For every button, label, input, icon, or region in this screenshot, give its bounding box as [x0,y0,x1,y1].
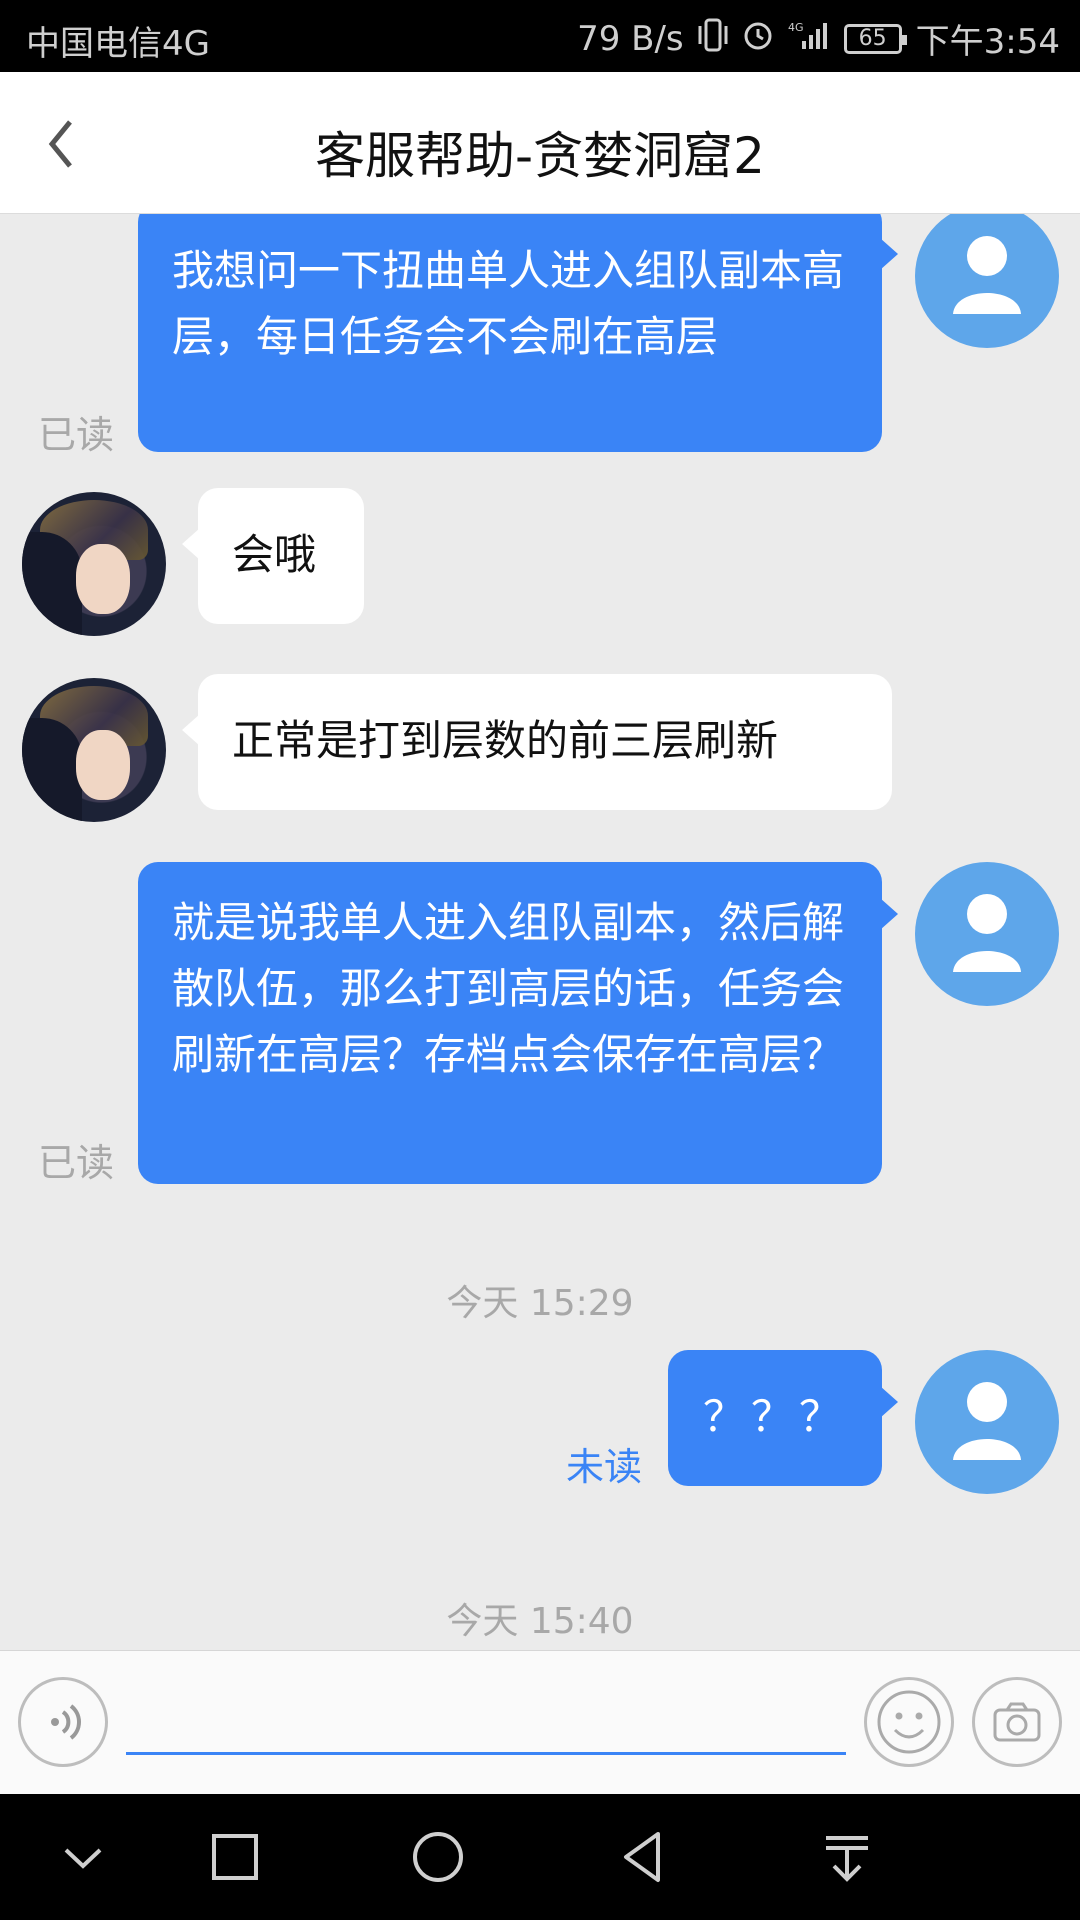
message-text: 我想问一下扭曲单人进入组队副本高层，每日任务会不会刷在高层 [172,246,845,361]
user-avatar[interactable] [915,214,1059,348]
camera-icon[interactable] [972,1677,1062,1767]
message-text: 会哦 [232,530,317,579]
signal-icon: 4G [788,19,830,59]
agent-avatar[interactable] [22,678,166,822]
page-title: 客服帮助-贪婪洞窟2 [315,127,765,185]
agent-avatar[interactable] [22,492,166,636]
message-bubble-outgoing[interactable]: 就是说我单人进入组队副本，然后解散队伍，那么打到高层的话，任务会刷新在高层？存档… [138,862,898,1184]
chat-header: 客服帮助-贪婪洞窟2 [0,72,1080,214]
message-bubble-incoming[interactable]: 会哦 [182,488,364,624]
svg-text:4G: 4G [788,21,804,34]
message-timestamp: 今天 15:29 [446,1283,634,1324]
input-bar [0,1650,1080,1794]
message-bubble-outgoing[interactable]: 我想问一下扭曲单人进入组队副本高层，每日任务会不会刷在高层 [138,214,898,452]
status-icons: 79 B/s 4G 65 下午3:54 [577,14,1060,63]
back-triangle-icon[interactable] [608,1822,678,1892]
read-status: 已读 [38,1141,115,1185]
message-bubble-outgoing[interactable]: ？？？ [668,1350,898,1486]
vibrate-icon [698,18,728,60]
unread-status: 未读 [566,1445,643,1489]
message-text: ？？？ [702,1392,847,1441]
read-status: 已读 [38,413,115,457]
smiley-icon[interactable] [864,1677,954,1767]
alarm-icon [742,19,774,59]
user-avatar[interactable] [915,862,1059,1006]
net-speed: 79 B/s [577,18,684,59]
notification-pulldown-icon[interactable] [812,1822,882,1892]
voice-icon[interactable] [18,1677,108,1767]
carrier-label: 中国电信4G [26,24,210,64]
message-text: 就是说我单人进入组队副本，然后解散队伍，那么打到高层的话，任务会刷新在高层？存档… [172,898,845,1079]
user-avatar[interactable] [915,1350,1059,1494]
battery-icon: 65 [843,23,907,54]
message-text: 正常是打到层数的前三层刷新 [232,716,779,765]
chevron-down-icon[interactable] [48,1822,118,1892]
system-nav-bar [0,1794,1080,1920]
recents-square-icon[interactable] [200,1822,270,1892]
chat-message-list[interactable]: 我想问一下扭曲单人进入组队副本高层，每日任务会不会刷在高层 已读 会哦 正常是打… [0,214,1080,1650]
clock: 下午3:54 [915,22,1060,62]
home-circle-icon[interactable] [403,1822,473,1892]
message-timestamp: 今天 15:40 [446,1601,634,1642]
message-bubble-incoming[interactable]: 正常是打到层数的前三层刷新 [182,674,892,810]
status-bar: 中国电信4G 79 B/s 4G 65 下午3:54 [0,0,1080,72]
message-input[interactable] [126,1671,846,1755]
